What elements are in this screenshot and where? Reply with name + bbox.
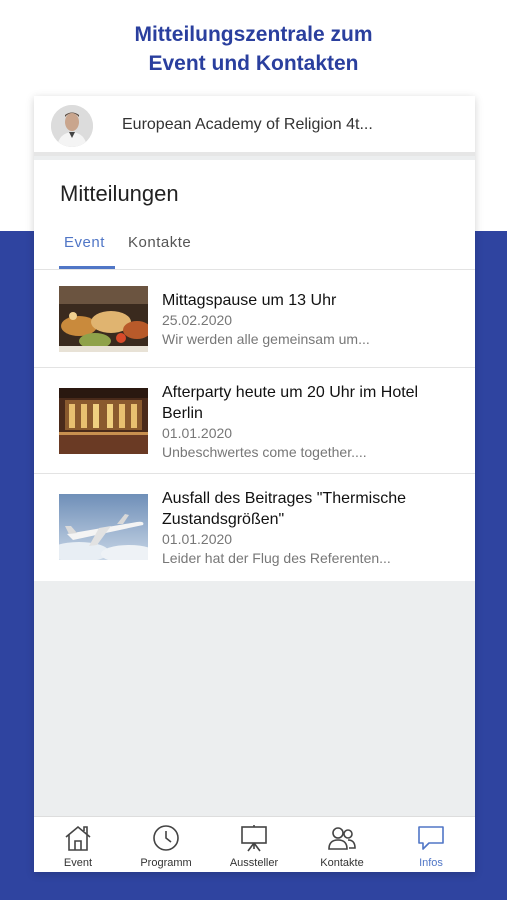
nav-item-infos[interactable]: Infos — [387, 817, 475, 872]
chat-bubble-icon — [418, 826, 444, 850]
message-date: 01.01.2020 — [162, 531, 233, 547]
bottom-navigation: Event Programm Aussteller Kontakte Infos — [34, 816, 475, 872]
people-icon — [328, 827, 356, 850]
promo-line-1: Mitteilungszentrale zum — [134, 23, 373, 46]
nav-label: Event — [63, 857, 93, 869]
message-thumbnail — [59, 286, 148, 352]
message-snippet: Leider hat der Flug des Referenten... — [162, 550, 391, 566]
avatar — [51, 105, 93, 147]
nav-item-aussteller[interactable]: Aussteller — [210, 817, 298, 872]
message-snippet: Unbeschwertes come together.... — [162, 444, 367, 460]
clock-icon — [153, 825, 179, 851]
event-title: European Academy of Religion 4t... — [122, 116, 373, 133]
nav-item-kontakte[interactable]: Kontakte — [298, 817, 386, 872]
message-thumbnail — [59, 494, 148, 560]
tab-kontakte[interactable]: Kontakte — [128, 234, 191, 251]
nav-item-event[interactable]: Event — [34, 817, 122, 872]
presentation-board-icon — [241, 825, 267, 852]
message-title: Ausfall des Beitrages "Thermische Zustan… — [162, 490, 407, 528]
message-item-mittagspause[interactable]: Mittagspause um 13 Uhr 25.02.2020 Wir we… — [34, 270, 475, 368]
nav-label: Programm — [140, 857, 192, 869]
promo-line-2: Event und Kontakten — [148, 52, 359, 75]
message-title: Mittagspause um 13 Uhr — [162, 292, 337, 309]
app-screen: European Academy of Religion 4t... Mitte… — [34, 96, 475, 872]
page-title: Mitteilungen — [60, 181, 179, 206]
message-snippet: Wir werden alle gemeinsam um... — [162, 331, 370, 347]
nav-label: Aussteller — [229, 857, 279, 869]
nav-label: Infos — [419, 857, 443, 869]
message-thumbnail — [59, 388, 148, 454]
promo-headline: Mitteilungszentrale zum Event und Kontak… — [0, 20, 507, 78]
event-header[interactable]: European Academy of Religion 4t... — [34, 96, 475, 156]
message-date: 25.02.2020 — [162, 312, 233, 328]
nav-label: Kontakte — [320, 857, 364, 869]
message-date: 01.01.2020 — [162, 425, 233, 441]
home-icon — [65, 825, 91, 851]
message-item-afterparty[interactable]: Afterparty heute um 20 Uhr im Hotel Berl… — [34, 368, 475, 474]
nav-item-programm[interactable]: Programm — [122, 817, 210, 872]
tab-event[interactable]: Event — [64, 234, 105, 251]
message-item-ausfall[interactable]: Ausfall des Beitrages "Thermische Zustan… — [34, 474, 475, 581]
message-title: Afterparty heute um 20 Uhr im Hotel Berl… — [162, 384, 419, 422]
